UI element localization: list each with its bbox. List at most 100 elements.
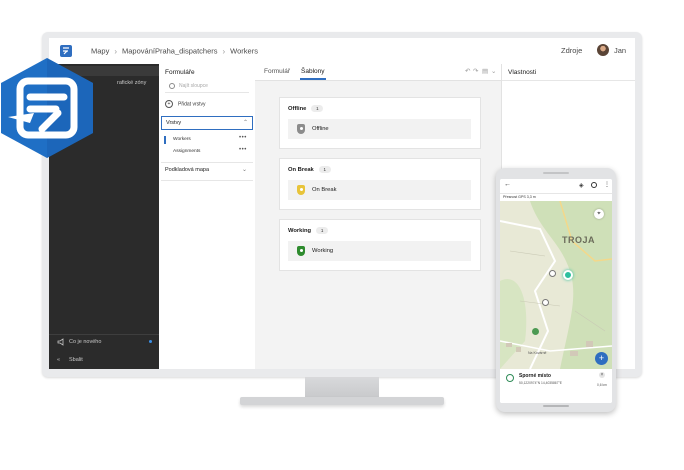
add-layers-button[interactable]: + Přidat vrstvy	[165, 100, 206, 108]
side-nav-divider	[49, 334, 159, 335]
callout-coordinates: 50,1220974°N 14,4035867°E	[519, 381, 562, 385]
phone-top-bar: ← ◈ ⋮	[500, 179, 612, 194]
template-item[interactable]: Offline	[288, 119, 471, 139]
layer-label: Workers	[173, 137, 191, 142]
template-label: On Break	[312, 187, 337, 193]
group-title-text: On Break	[288, 167, 314, 173]
forms-panel-title: Formuláře	[165, 69, 195, 76]
more-options-icon[interactable]: •••	[239, 135, 247, 141]
user-name[interactable]: Jan	[614, 46, 626, 55]
close-icon[interactable]: ×	[599, 372, 605, 378]
templates-area: Formulář Šablony ↶ ↷ ▤ ⌄ Offline 1 Offlin…	[255, 64, 501, 369]
map-pin-icon	[297, 246, 305, 256]
template-group-on-break: On Break 1 On Break	[279, 158, 481, 210]
search-icon[interactable]	[591, 182, 597, 188]
chevron-right-icon: ›	[114, 46, 118, 56]
tab-bar: Formulář Šablony ↶ ↷ ▤ ⌄	[255, 64, 501, 81]
phone-home-indicator	[543, 405, 569, 407]
properties-panel-title: Vlastnosti	[508, 69, 537, 76]
resources-link[interactable]: Zdroje	[561, 46, 582, 55]
feature-marker-icon	[506, 374, 514, 382]
gps-accuracy: Přesnost GPS 3,3 m	[503, 195, 536, 199]
current-location-marker	[563, 270, 573, 280]
add-layers-label: Přidat vrstvy	[178, 101, 206, 108]
redo-icon[interactable]: ↷	[473, 67, 478, 75]
chevron-up-icon: ⌃	[243, 120, 249, 126]
app-logo-icon[interactable]	[59, 44, 73, 58]
plus-circle-icon: +	[165, 100, 173, 108]
phone-speaker	[543, 172, 569, 174]
map-pin-icon	[297, 124, 305, 134]
map-marker-working[interactable]	[532, 328, 539, 335]
back-arrow-icon[interactable]: ←	[504, 181, 511, 188]
template-label: Working	[312, 248, 334, 254]
map-marker-offline[interactable]	[549, 270, 556, 277]
phone-screen: ← ◈ ⋮ Přesnost GPS 3,3 m TROJA Na Kovárn…	[500, 179, 612, 403]
locate-icon[interactable]: ⌖	[594, 209, 604, 219]
group-title: Working 1	[288, 227, 329, 234]
basemap-section-title: Podkladová mapa	[165, 167, 210, 173]
layer-label: Assignments	[173, 149, 201, 154]
undo-icon[interactable]: ↶	[465, 67, 470, 75]
save-icon[interactable]: ▤	[482, 67, 488, 75]
layer-selected-indicator	[164, 136, 166, 144]
add-feature-button[interactable]: +	[595, 352, 608, 365]
count-badge: 1	[316, 227, 329, 234]
map-canvas	[500, 201, 612, 369]
breadcrumb: Mapy › MapováníPraha_dispatchers › Workers	[91, 46, 258, 56]
layer-item-workers[interactable]: Workers •••	[161, 134, 253, 146]
megaphone-icon	[57, 338, 64, 346]
more-vertical-icon[interactable]: ⋮	[604, 181, 610, 188]
count-badge: 1	[318, 166, 331, 173]
side-nav-item-zones[interactable]: rafické zóny	[117, 80, 146, 86]
callout-title: Sporné místo	[519, 373, 551, 379]
feature-callout[interactable]: Sporné místo 50,1220974°N 14,4035867°E 0…	[500, 369, 612, 403]
tab-templates[interactable]: Šablony	[301, 68, 325, 75]
template-item[interactable]: Working	[288, 241, 471, 261]
active-tab-indicator	[300, 78, 326, 80]
layers-section-title: Vrstvy	[166, 120, 182, 126]
tab-form[interactable]: Formulář	[264, 68, 290, 75]
template-label: Offline	[312, 126, 329, 132]
chevron-right-icon: ›	[222, 46, 226, 56]
basemap-section-header[interactable]: Podkladová mapa ⌄	[161, 164, 253, 178]
template-group-working: Working 1 Working	[279, 219, 481, 271]
avatar[interactable]	[597, 44, 609, 56]
group-title: Offline 1	[288, 105, 324, 112]
group-title-text: Offline	[288, 106, 307, 112]
callout-distance: 0,6 km	[597, 383, 607, 387]
layer-item-assignments[interactable]: Assignments •••	[161, 146, 253, 158]
search-icon	[169, 83, 175, 89]
template-item[interactable]: On Break	[288, 180, 471, 200]
breadcrumb-maps[interactable]: Mapy	[91, 47, 109, 56]
map-view[interactable]: TROJA Na Kovárně ⌖ +	[500, 201, 612, 369]
map-place-label: TROJA	[562, 235, 596, 245]
layers-section-header[interactable]: Vrstvy ⌃	[161, 116, 253, 130]
count-badge: 1	[311, 105, 324, 112]
chevron-down-icon: ⌄	[242, 167, 248, 173]
top-bar: Mapy › MapováníPraha_dispatchers › Workers Z…	[49, 38, 635, 65]
chevron-down-icon[interactable]: ⌄	[491, 67, 496, 75]
map-marker-offline[interactable]	[542, 299, 549, 306]
group-title-text: Working	[288, 228, 312, 234]
breadcrumb-map[interactable]: MapováníPraha_dispatchers	[122, 47, 217, 56]
new-indicator-dot	[149, 340, 152, 343]
more-options-icon[interactable]: •••	[239, 147, 247, 153]
whats-new-link[interactable]: Co je nového	[69, 339, 101, 345]
map-street-label: Na Kovárně	[528, 351, 547, 355]
field-maps-designer-logo-icon	[1, 58, 93, 158]
group-title: On Break 1	[288, 166, 331, 173]
map-pin-icon	[297, 185, 305, 195]
template-group-offline: Offline 1 Offline	[279, 97, 481, 149]
breadcrumb-form: Workers	[230, 46, 258, 56]
collapse-icon: «	[57, 357, 61, 363]
search-placeholder: Najít sloupce	[179, 83, 208, 89]
section-divider	[161, 180, 253, 181]
collapse-button[interactable]: Sbalit	[69, 357, 83, 363]
panel-divider	[502, 80, 635, 81]
layers-icon[interactable]: ◈	[579, 182, 584, 189]
search-input[interactable]: Najít sloupce	[165, 80, 249, 93]
monitor-stand-base	[240, 397, 444, 405]
forms-panel: Formuláře Najít sloupce + Přidat vrstvy V…	[159, 64, 256, 369]
monitor-stand-neck	[305, 377, 379, 397]
